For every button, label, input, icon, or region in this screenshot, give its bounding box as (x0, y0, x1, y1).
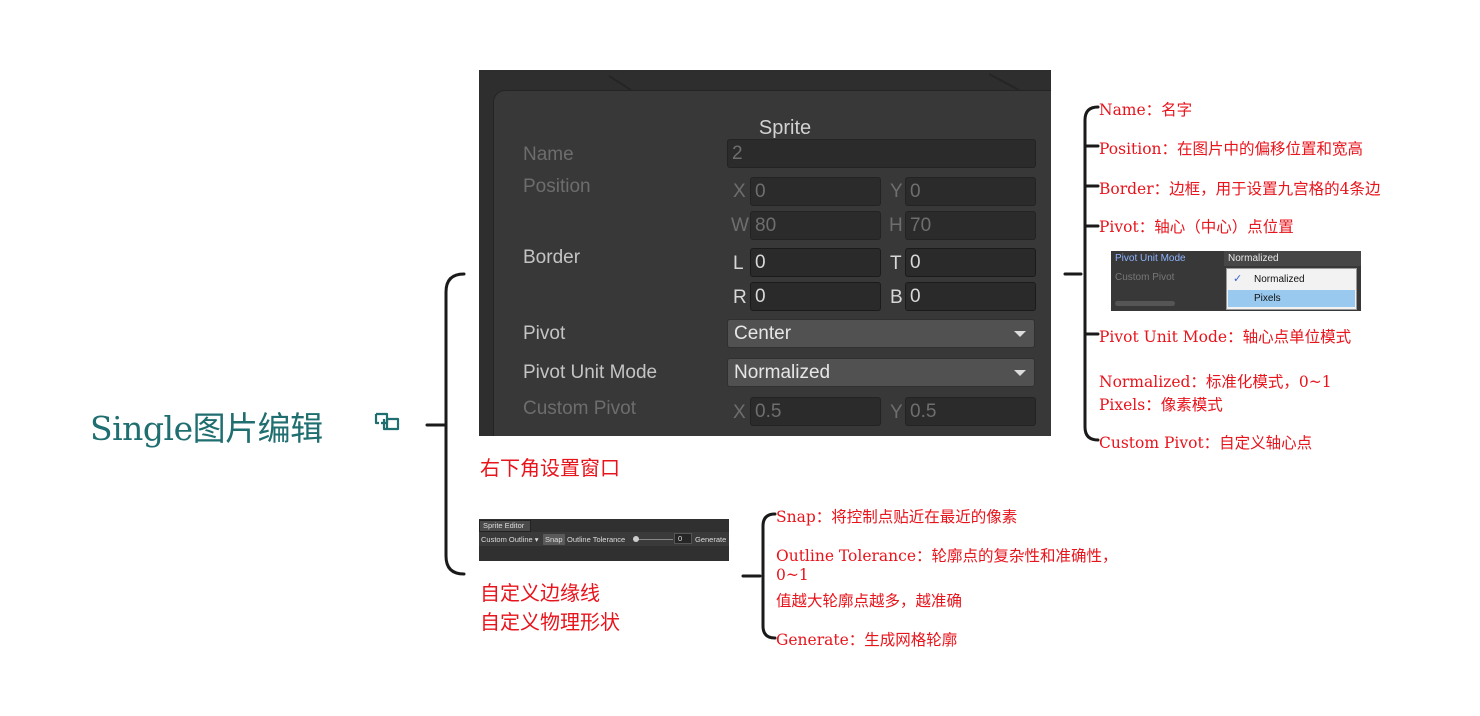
notes1-bracket (1083, 105, 1100, 442)
border-l-field[interactable]: 0 (750, 248, 881, 277)
pivot-unit-dropdown-value: Normalized (734, 362, 831, 383)
note-custom-pivot: Custom Pivot：自定义轴心点 (1099, 434, 1313, 452)
note-outline-tolerance: Outline Tolerance：轮廓点的复杂性和准确性， (776, 547, 1118, 565)
snap-button[interactable]: Snap (543, 534, 565, 545)
pos-y-field[interactable]: 0 (905, 177, 1036, 206)
tolerance-value-field[interactable]: 0 (674, 533, 692, 544)
main-bracket (444, 272, 466, 576)
branch1-label: 右下角设置窗口 (480, 456, 620, 480)
position-label: Position (523, 176, 591, 197)
mini-option-normalized[interactable]: ✓ Normalized (1227, 271, 1356, 288)
border-r-field[interactable]: 0 (750, 282, 881, 311)
pivot-unit-dropdown[interactable]: Normalized (727, 358, 1035, 387)
mini-scrollbar (1115, 301, 1175, 306)
pivot-dropdown[interactable]: Center (727, 319, 1035, 348)
tolerance-slider-track[interactable] (633, 539, 673, 540)
note-pivot: Pivot：轴心（中心）点位置 (1099, 218, 1294, 236)
note-pivot-unit-mode: Pivot Unit Mode：轴心点单位模式 (1099, 328, 1352, 346)
generate-button[interactable]: Generate (695, 534, 726, 545)
note-snap: Snap：将控制点贴近在最近的像素 (776, 508, 1018, 526)
border-t-field[interactable]: 0 (905, 248, 1036, 277)
chevron-down-icon (1014, 370, 1026, 376)
pos-x-field[interactable]: 0 (750, 177, 881, 206)
note-outline-tolerance-detail: 值越大轮廓点越多，越准确 (776, 592, 963, 610)
pos-h-field[interactable]: 70 (905, 211, 1036, 240)
cp-y-axis: Y (890, 402, 903, 423)
mini-pivot-unit-label: Pivot Unit Mode (1115, 253, 1186, 264)
pos-y-axis: Y (890, 181, 903, 202)
pos-x-axis: X (733, 181, 746, 202)
custom-outline-label: Custom Outline (481, 535, 533, 544)
sprite-panel: Sprite Name 2 Position X 0 Y 0 W 80 H 70… (479, 70, 1051, 436)
pivot-unit-label: Pivot Unit Mode (523, 362, 658, 383)
pivot-unit-mode-screenshot: Pivot Unit Mode Normalized Custom Pivot … (1111, 251, 1361, 311)
pos-h-axis: H (889, 215, 903, 236)
pivot-dropdown-value: Center (734, 323, 792, 344)
custom-outline-dropdown[interactable]: Custom Outline ▾ (481, 534, 539, 545)
mini-dropdown-menu: ✓ Normalized Pixels (1226, 268, 1357, 310)
pos-w-axis: W (731, 215, 749, 236)
sprite-editor-tab[interactable]: Sprite Editor (479, 520, 531, 532)
link-icon (374, 412, 400, 431)
mini-option-pixels[interactable]: Pixels (1228, 290, 1355, 307)
note-position: Position：在图片中的偏移位置和宽高 (1099, 140, 1364, 158)
note-generate: Generate：生成网格轮廓 (776, 631, 958, 649)
sprite-inspector: Sprite Name 2 Position X 0 Y 0 W 80 H 70… (493, 90, 1051, 436)
pivot-label: Pivot (523, 323, 566, 344)
border-l-axis: L (733, 253, 744, 274)
border-t-axis: T (890, 253, 902, 274)
note-name: Name：名字 (1099, 101, 1193, 119)
border-b-field[interactable]: 0 (905, 282, 1036, 311)
note-normalized: Normalized：标准化模式，0~1 (1099, 373, 1332, 391)
note-pixels: Pixels：像素模式 (1099, 396, 1223, 414)
mini-pivot-unit-value[interactable]: Normalized (1224, 251, 1361, 266)
note-border: Border：边框，用于设置九宫格的4条边 (1099, 180, 1381, 198)
name-field[interactable]: 2 (727, 139, 1036, 168)
name-label: Name (523, 144, 574, 165)
branch2-label-line2: 自定义物理形状 (480, 610, 620, 634)
border-r-axis: R (733, 287, 747, 308)
mini-option-normalized-label: Normalized (1254, 274, 1305, 285)
cp-x-field[interactable]: 0.5 (750, 397, 881, 426)
checkmark-icon: ✓ (1233, 273, 1243, 285)
custom-pivot-label: Custom Pivot (523, 398, 636, 419)
notes2-bracket (761, 512, 777, 640)
border-b-axis: B (890, 287, 903, 308)
outline-tolerance-label: Outline Tolerance (567, 535, 626, 544)
pos-w-field[interactable]: 80 (750, 211, 881, 240)
border-label: Border (523, 247, 581, 268)
panel-title: Sprite (758, 117, 812, 139)
tolerance-slider-handle[interactable] (633, 536, 639, 542)
mini-custom-pivot-label: Custom Pivot (1115, 272, 1175, 283)
root-title: Single图片编辑 (90, 409, 323, 448)
sprite-editor-toolbar-screenshot: Sprite Editor Custom Outline ▾ Snap Outl… (479, 519, 729, 561)
note-outline-tolerance-range: 0~1 (776, 566, 809, 584)
cp-y-field[interactable]: 0.5 (905, 397, 1036, 426)
caret-down-icon: ▾ (534, 535, 539, 544)
cp-x-axis: X (733, 402, 746, 423)
chevron-down-icon (1014, 331, 1026, 337)
branch2-label-line1: 自定义边缘线 (480, 581, 600, 605)
